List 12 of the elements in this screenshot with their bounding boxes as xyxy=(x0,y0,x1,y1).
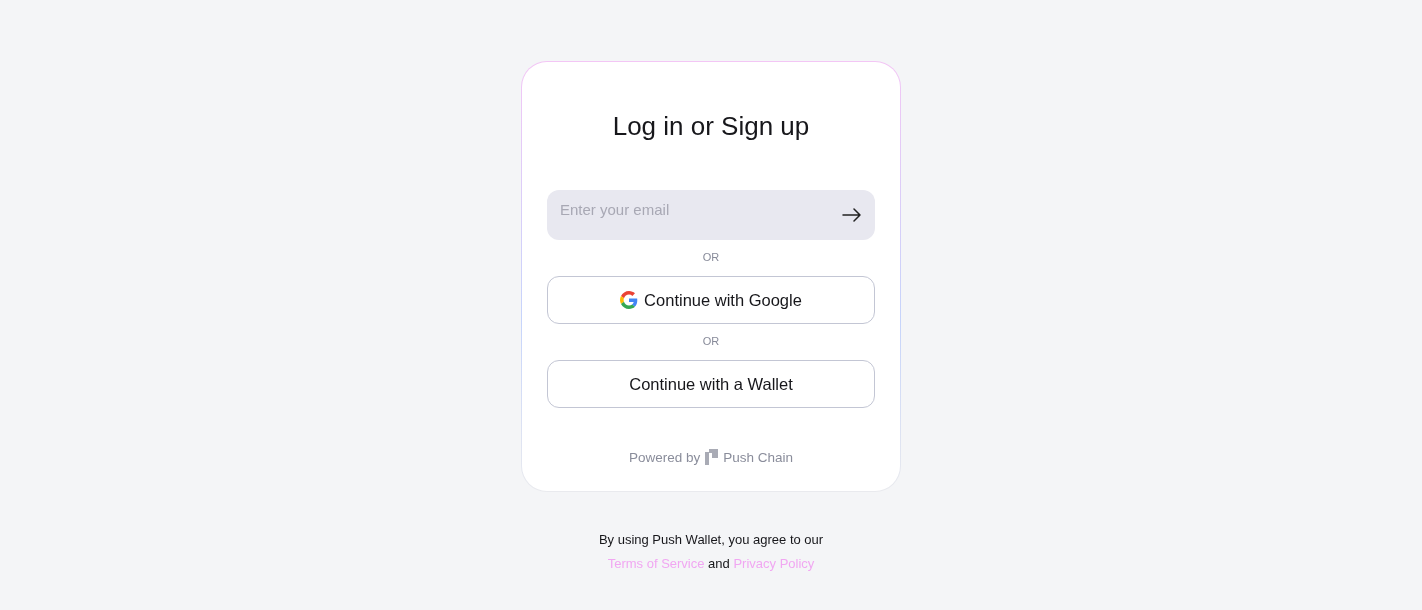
arrow-right-icon[interactable] xyxy=(842,208,862,222)
brand-name: Push Chain xyxy=(723,449,794,465)
email-field[interactable]: Enter your email xyxy=(547,190,875,240)
terms-notice: By using Push Wallet, you agree to our Terms of Service and Privacy Policy xyxy=(597,531,825,573)
wallet-button[interactable]: Continue with a Wallet xyxy=(547,360,875,408)
or-separator: OR xyxy=(701,252,721,262)
powered-by-text: Powered by xyxy=(628,449,701,465)
brand-logo-icon xyxy=(705,449,719,465)
google-icon xyxy=(620,291,639,309)
card-title: Log in or Sign up xyxy=(611,110,811,143)
google-button[interactable]: Continue with Google xyxy=(547,276,875,324)
or-separator: OR xyxy=(701,336,721,346)
